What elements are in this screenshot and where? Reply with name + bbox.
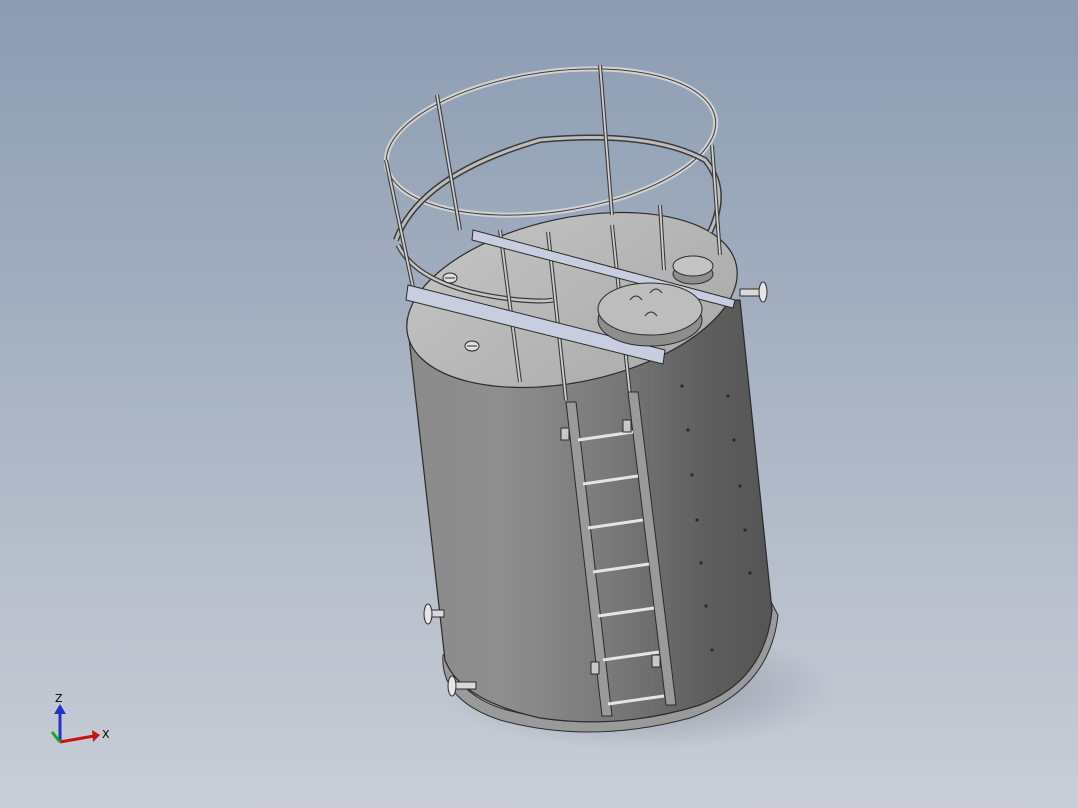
manhole-cover [597, 282, 703, 347]
x-axis-line [59, 734, 95, 744]
cad-model-tank[interactable] [0, 0, 1078, 808]
top-valve-front [464, 340, 480, 352]
vent-nozzle [672, 255, 714, 285]
x-axis-label: X [102, 728, 110, 741]
graphics-viewport[interactable]: Z X [0, 0, 1078, 808]
top-valve-left [442, 272, 458, 284]
axis-triad: Z X [50, 692, 110, 744]
z-axis-arrow [54, 704, 66, 714]
x-axis-arrow [92, 730, 100, 742]
side-nozzle-right [739, 281, 768, 303]
z-axis-label: Z [55, 692, 63, 705]
